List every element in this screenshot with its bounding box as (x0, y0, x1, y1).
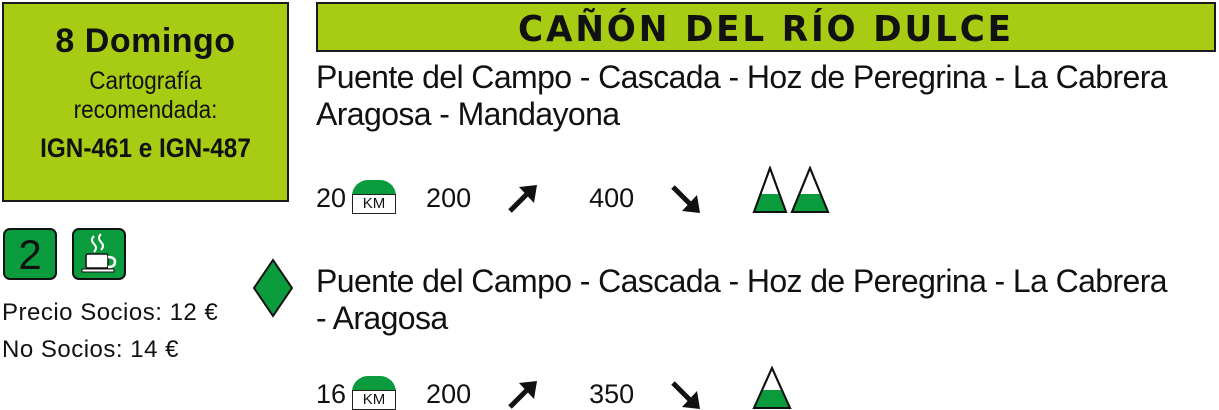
ascent-value: 200 (426, 379, 472, 409)
route-short-description: Puente del Campo - Cascada - Hoz de Pere… (316, 263, 1168, 337)
route-long-description: Puente del Campo - Cascada - Hoz de Pere… (316, 59, 1168, 133)
descent-value: 400 (589, 183, 635, 213)
title-bar: CAÑÓN DEL RÍO DULCE (316, 2, 1216, 52)
route-short-stats: 16 KM 200 350 (316, 366, 792, 410)
km-label: KM (352, 390, 397, 410)
date-box: 8 Domingo Cartografía recomendada: IGN-4… (2, 2, 289, 202)
ascent-value: 200 (426, 183, 472, 213)
km-marker-icon: KM (352, 180, 397, 214)
route-short-line2: - Aragosa (316, 300, 448, 336)
diamond-marker-icon (252, 258, 294, 318)
route-short-line1: Puente del Campo - Cascada - Hoz de Pere… (316, 263, 1168, 299)
km-marker-icon: KM (352, 376, 397, 410)
cartography-label: Cartografía recomendada: (73, 67, 218, 124)
distance-value: 20 (316, 183, 347, 213)
mountain-peaks-icon (752, 166, 830, 213)
page-title: CAÑÓN DEL RÍO DULCE (518, 9, 1014, 50)
route-long-line1: Puente del Campo - Cascada - Hoz de Pere… (316, 59, 1168, 95)
arrow-up-right-icon (508, 185, 538, 213)
map-references: IGN-461 e IGN-487 (40, 133, 251, 163)
arrow-down-right-icon (671, 185, 701, 213)
distance-value: 16 (316, 379, 347, 409)
arrow-down-right-icon (671, 381, 701, 409)
event-day: 8 Domingo (55, 22, 236, 60)
descent-value: 350 (589, 379, 635, 409)
route-long-line2: Aragosa - Mandayona (316, 96, 620, 132)
difficulty-level-badge: 2 (3, 228, 57, 280)
non-member-price: No Socios: 14 € (2, 336, 179, 363)
route-long-stats: 20 KM 200 400 (316, 166, 830, 214)
km-label: KM (352, 194, 397, 214)
coffee-cup-icon (72, 228, 126, 280)
arrow-up-right-icon (508, 381, 538, 409)
member-price: Precio Socios: 12 € (2, 299, 219, 326)
mountain-peak-icon (752, 366, 792, 409)
